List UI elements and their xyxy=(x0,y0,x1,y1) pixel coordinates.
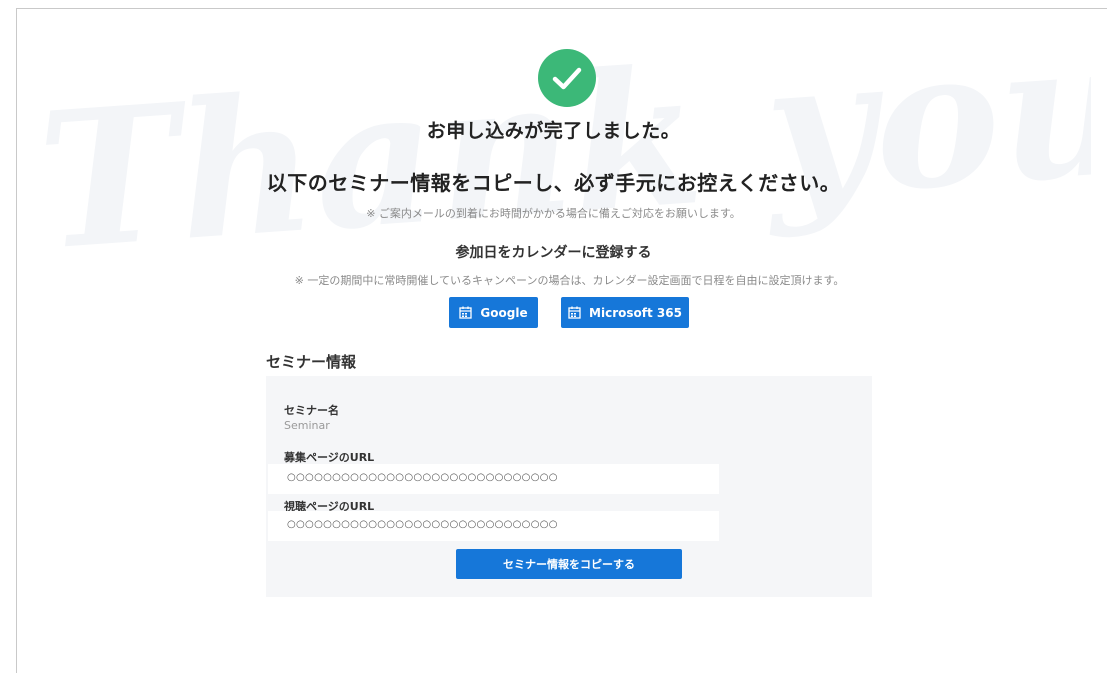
seminar-name-value: Seminar xyxy=(284,419,330,432)
calendar-heading: 参加日をカレンダーに登録する xyxy=(455,245,652,261)
recruit-url-field[interactable]: ○○○○○○○○○○○○○○○○○○○○○○○○○○○○○○ xyxy=(268,464,719,494)
microsoft-button-label: Microsoft 365 xyxy=(589,305,682,320)
google-button-label: Google xyxy=(480,305,528,320)
view-url-field[interactable]: ○○○○○○○○○○○○○○○○○○○○○○○○○○○○○○ xyxy=(268,511,719,541)
calendar-note: ※ 一定の期間中に常時開催しているキャンペーンの場合は、カレンダー設定画面で日程… xyxy=(294,274,845,287)
recruit-url-label: 募集ページのURL xyxy=(284,451,375,464)
mail-note: ※ ご案内メールの到着にお時間がかかる場合に備えご対応をお願いします。 xyxy=(366,207,741,220)
seminar-name-label: セミナー名 xyxy=(284,404,339,417)
copy-instruction-title: 以下のセミナー情報をコピーし、必ず手元にお控えください。 xyxy=(266,171,841,195)
seminar-section-title: セミナー情報 xyxy=(266,353,357,371)
copy-seminar-info-button[interactable]: セミナー情報をコピーする xyxy=(456,549,682,579)
recruit-url-value: ○○○○○○○○○○○○○○○○○○○○○○○○○○○○○○ xyxy=(287,472,558,483)
google-calendar-button[interactable]: Google xyxy=(449,297,538,328)
success-check-icon xyxy=(538,49,596,107)
microsoft365-calendar-button[interactable]: Microsoft 365 xyxy=(561,297,689,328)
view-url-value: ○○○○○○○○○○○○○○○○○○○○○○○○○○○○○○ xyxy=(287,519,558,530)
completion-title: お申し込みが完了しました。 xyxy=(426,120,681,142)
calendar-icon xyxy=(459,306,473,319)
calendar-icon xyxy=(568,306,581,319)
seminar-info-panel: セミナー名 Seminar 募集ページのURL ○○○○○○○○○○○○○○○○… xyxy=(266,376,872,597)
